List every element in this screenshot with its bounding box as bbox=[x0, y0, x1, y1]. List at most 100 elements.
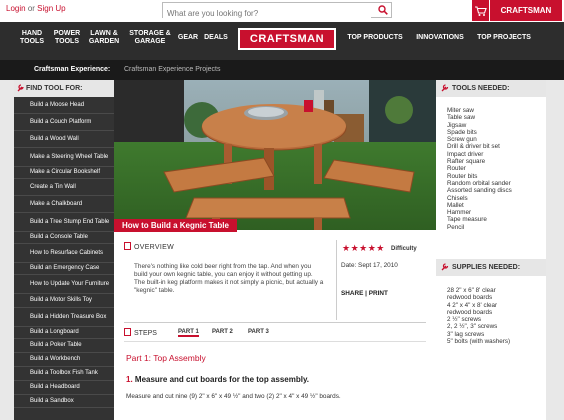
sidebar-project-link[interactable]: Make a Steering Wheel Table bbox=[14, 148, 114, 167]
part-title: Part 1: Top Assembly bbox=[126, 353, 206, 363]
nav-label-line2: TOOLS bbox=[20, 38, 44, 45]
tool-item: Chisels bbox=[447, 194, 468, 202]
tool-item: Random orbital sander bbox=[447, 179, 511, 187]
project-list: Build a Moose Head Build a Couch Platform… bbox=[14, 97, 114, 408]
supplies-needed-header: SUPPLIES NEEDED: bbox=[436, 259, 546, 276]
document-icon bbox=[124, 242, 131, 250]
search-icon[interactable] bbox=[378, 5, 388, 15]
breadcrumb: Craftsman Experience: Craftsman Experien… bbox=[0, 60, 564, 80]
nav-top-projects[interactable]: TOP PROJECTS bbox=[472, 34, 536, 42]
sidebar-project-link[interactable]: Build a Wood Wall bbox=[14, 131, 114, 148]
steps-heading: STEPS bbox=[134, 330, 157, 337]
sidebar-project-link[interactable]: Build a Headboard bbox=[14, 381, 114, 395]
nav-lawn-garden[interactable]: LAWN & GARDEN bbox=[84, 30, 124, 46]
article-main: How to Build a Kegnic Table OVERVIEW The… bbox=[114, 80, 436, 420]
tool-item: Mallet bbox=[447, 201, 464, 209]
tools-list: Miter saw Table saw Jigsaw Spade bits Screw … bbox=[436, 97, 546, 259]
supply-item: 3" lag screws bbox=[447, 330, 485, 338]
supplies-heading: SUPPLIES NEEDED: bbox=[452, 264, 521, 271]
step-title-text: Measure and cut boards for the top assem… bbox=[134, 375, 310, 384]
wrench-icon bbox=[17, 84, 24, 92]
tool-item: Jigsaw bbox=[447, 121, 467, 129]
tool-item: Table saw bbox=[447, 114, 476, 122]
divider bbox=[124, 322, 426, 323]
wrench-icon bbox=[441, 263, 449, 271]
divider bbox=[336, 240, 337, 320]
nav-innovations[interactable]: INNOVATIONS bbox=[412, 34, 468, 42]
tool-item: Rafter square bbox=[447, 158, 486, 166]
sidebar-project-link[interactable]: Build an Emergency Case bbox=[14, 263, 114, 275]
tool-item: Spade bits bbox=[447, 128, 477, 136]
tool-item: Assorted sanding discs bbox=[447, 187, 512, 195]
steps-title: STEPS bbox=[124, 328, 157, 337]
find-tool-header: FIND TOOL FOR: bbox=[14, 80, 114, 97]
sidebar-project-link[interactable]: Build a Poker Table bbox=[14, 339, 114, 353]
supply-item: 2, 2 ½", 3" screws bbox=[447, 323, 498, 331]
nav-label-line1: HAND bbox=[21, 30, 43, 37]
sidebar-project-link[interactable]: Build a Motor Skills Toy bbox=[14, 294, 114, 308]
login-links: Login or Sign Up bbox=[6, 4, 66, 13]
supply-item: 4 2" x 4" x 8' clear bbox=[447, 301, 498, 309]
or-text: or bbox=[27, 4, 35, 13]
sidebar-project-link[interactable]: Build a Longboard bbox=[14, 327, 114, 339]
article-date: Date: Sept 17, 2010 bbox=[341, 262, 398, 269]
sidebar-project-link[interactable]: Make a Circular Bookshelf bbox=[14, 167, 114, 179]
hero-image bbox=[114, 80, 436, 230]
rating-stars: ★★★★★ bbox=[342, 243, 385, 253]
tool-item: Hammer bbox=[447, 209, 472, 217]
breadcrumb-section[interactable]: Craftsman Experience: bbox=[34, 66, 110, 73]
sidebar-project-link[interactable]: Build a Moose Head bbox=[14, 97, 114, 114]
sidebar-project-link[interactable]: Build a Console Table bbox=[14, 232, 114, 244]
cart-button[interactable] bbox=[472, 0, 489, 21]
top-utility-bar: Login or Sign Up CRAFTSMAN CLUB bbox=[0, 0, 564, 36]
nav-label-line1: POWER bbox=[53, 30, 81, 37]
document-icon bbox=[124, 328, 131, 336]
nav-deals[interactable]: DEALS bbox=[202, 34, 230, 42]
supply-item: 28 2" x 6" 8' clear bbox=[447, 287, 496, 294]
search-box bbox=[162, 2, 392, 21]
tab-part-1[interactable]: PART 1 bbox=[178, 329, 199, 337]
tool-item: Router bits bbox=[447, 172, 478, 180]
sidebar-project-link[interactable]: Build a Tree Stump End Table bbox=[14, 213, 114, 232]
wrench-icon bbox=[441, 84, 449, 92]
nav-label-line2: GARDEN bbox=[88, 38, 120, 45]
nav-label-line1: STORAGE & bbox=[129, 30, 171, 37]
find-tool-heading: FIND TOOL FOR: bbox=[26, 85, 83, 92]
nav-top-products[interactable]: TOP PRODUCTS bbox=[342, 34, 408, 42]
step-number: 1. bbox=[126, 375, 133, 384]
tab-part-3[interactable]: PART 3 bbox=[248, 329, 269, 335]
nav-gear[interactable]: GEAR bbox=[176, 34, 200, 42]
sidebar-project-link[interactable]: How to Update Your Furniture bbox=[14, 275, 114, 294]
search-input[interactable] bbox=[163, 6, 371, 21]
tools-heading: TOOLS NEEDED: bbox=[452, 85, 510, 92]
sidebar-project-link[interactable]: Build a Sandbox bbox=[14, 395, 114, 408]
sidebar-project-link[interactable]: Build a Couch Platform bbox=[14, 114, 114, 131]
sidebar-project-link[interactable]: Make a Chalkboard bbox=[14, 196, 114, 213]
craftsman-club-button[interactable]: CRAFTSMAN CLUB bbox=[490, 0, 562, 36]
tab-part-2[interactable]: PART 2 bbox=[212, 329, 233, 335]
tool-item: Tape measure bbox=[447, 216, 487, 224]
tool-item: Miter saw bbox=[447, 107, 474, 114]
overview-header: OVERVIEW bbox=[124, 242, 174, 251]
signup-link[interactable]: Sign Up bbox=[37, 4, 65, 13]
sidebar-project-link[interactable]: How to Resurface Cabinets bbox=[14, 244, 114, 263]
nav-label-line2: TOOLS bbox=[55, 38, 79, 45]
nav-power-tools[interactable]: POWER TOOLS bbox=[50, 30, 84, 46]
craftsman-logo[interactable]: CRAFTSMAN bbox=[238, 28, 336, 50]
sidebar-project-link[interactable]: Build a Hidden Treasure Box bbox=[14, 308, 114, 327]
overview-heading: OVERVIEW bbox=[134, 244, 175, 251]
article-title: How to Build a Kegnic Table bbox=[114, 219, 237, 232]
right-sidebar: TOOLS NEEDED: Miter saw Table saw Jigsaw Sp… bbox=[436, 80, 546, 420]
step-title: 1. Measure and cut boards for the top as… bbox=[126, 375, 309, 384]
login-link[interactable]: Login bbox=[6, 4, 26, 13]
nav-storage-garage[interactable]: STORAGE & GARAGE bbox=[124, 30, 176, 46]
share-print-links[interactable]: SHARE | PRINT bbox=[341, 290, 388, 297]
nav-hand-tools[interactable]: HAND TOOLS bbox=[14, 30, 50, 46]
difficulty-label: Difficulty bbox=[391, 246, 417, 252]
breadcrumb-current[interactable]: Craftsman Experience Projects bbox=[124, 66, 220, 73]
sidebar-project-link[interactable]: Build a Toolbox Fish Tank bbox=[14, 367, 114, 381]
left-sidebar: FIND TOOL FOR: Build a Moose Head Build a… bbox=[14, 80, 114, 420]
sidebar-project-link[interactable]: Build a Workbench bbox=[14, 353, 114, 367]
supply-item: redwood boards bbox=[447, 294, 493, 302]
sidebar-project-link[interactable]: Create a Tin Wall bbox=[14, 179, 114, 196]
